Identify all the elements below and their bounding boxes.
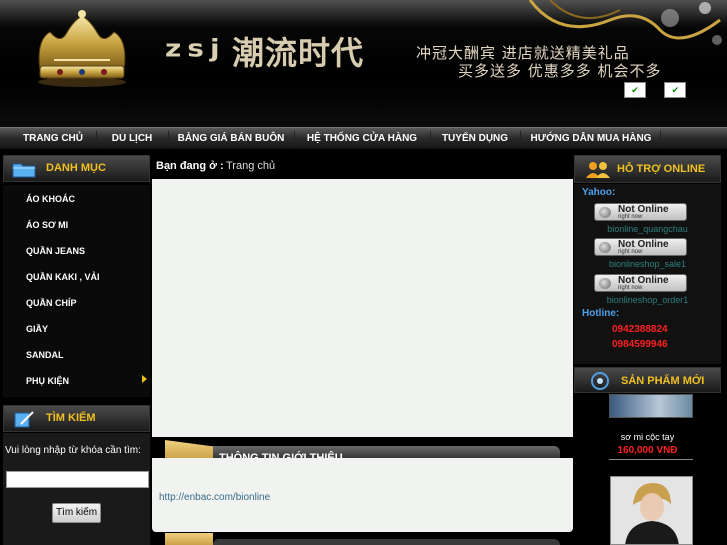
new-products-box: sơ mi cộc tay 160,000 VNĐ bbox=[574, 394, 721, 545]
verified-badge-icon: ✔ bbox=[624, 82, 646, 98]
category-item[interactable]: QUẦN JEANS bbox=[26, 246, 85, 256]
next-section-header bbox=[165, 533, 560, 545]
page: zsj 潮流时代 冲冠大酬宾 进店就送精美礼品 买多送多 优惠多多 机会不多 ✔… bbox=[0, 0, 727, 545]
search-header: TÌM KIẾM bbox=[3, 405, 150, 432]
breadcrumb: Bạn đang ở : Trang chủ bbox=[152, 158, 572, 176]
payment-badge-icon: ✔ bbox=[664, 82, 687, 98]
submenu-arrow-icon[interactable] bbox=[142, 375, 147, 383]
intro-link[interactable]: http://enbac.com/bionline bbox=[159, 492, 270, 503]
folder-icon bbox=[12, 163, 36, 178]
nav-item-shopping-guide[interactable]: HƯỚNG DẪN MUA HÀNG bbox=[524, 128, 658, 149]
support-header: HỖ TRỢ ONLINE bbox=[574, 155, 721, 183]
badges: ✔ ✔ bbox=[624, 80, 700, 98]
category-item[interactable]: GIẦY bbox=[26, 324, 48, 334]
yahoo-id[interactable]: bionlineshop_sale1 bbox=[574, 259, 721, 269]
nav-item-travel[interactable]: DU LỊCH bbox=[100, 128, 164, 149]
right-sidebar: HỖ TRỢ ONLINE Yahoo: Not Online right no… bbox=[574, 155, 721, 545]
offline-smiley-icon bbox=[599, 207, 611, 218]
main-nav: TRANG CHỦ DU LỊCH BẢNG GIÁ BÁN BUÔN HỆ T… bbox=[0, 127, 727, 149]
main-content-panel bbox=[152, 179, 573, 437]
category-title: DANH MỤC bbox=[46, 162, 106, 174]
yahoo-status-button[interactable]: Not Online right now bbox=[594, 203, 687, 221]
category-item[interactable]: ÁO KHOÁC bbox=[26, 194, 75, 204]
yahoo-id[interactable]: bionlineshop_order1 bbox=[574, 295, 721, 305]
yahoo-status-button[interactable]: Not Online right now bbox=[594, 274, 687, 292]
offline-smiley-icon bbox=[599, 278, 611, 289]
hotline-phone: 0984599946 bbox=[612, 339, 668, 350]
search-title: TÌM KIẾM bbox=[46, 412, 96, 424]
person-photo-icon bbox=[611, 477, 692, 544]
nav-item-stores[interactable]: HỆ THỐNG CỬA HÀNG bbox=[298, 128, 426, 149]
yahoo-id[interactable]: bionline_quangchau bbox=[574, 224, 721, 234]
nav-item-wholesale-prices[interactable]: BẢNG GIÁ BÁN BUÔN bbox=[172, 128, 290, 149]
support-title: HỖ TRỢ ONLINE bbox=[617, 163, 706, 175]
hotline-phone: 0942388824 bbox=[612, 324, 668, 335]
globe-icon bbox=[591, 372, 609, 390]
nav-item-home[interactable]: TRANG CHỦ bbox=[14, 128, 92, 149]
left-sidebar: DANH MỤC ÁO KHOÁC ÁO SƠ MI QUẦN JEANS QU… bbox=[3, 155, 150, 545]
category-item[interactable]: PHỤ KIỆN bbox=[26, 376, 69, 386]
search-button[interactable]: Tìm kiếm bbox=[52, 503, 101, 523]
header-banner: zsj 潮流时代 冲冠大酬宾 进店就送精美礼品 买多送多 优惠多多 机会不多 ✔… bbox=[0, 0, 727, 127]
search-pen-icon bbox=[14, 411, 34, 428]
new-products-header: SẢN PHẨM MỚI bbox=[574, 367, 721, 393]
section-tab-icon bbox=[165, 533, 213, 545]
crown-logo-icon bbox=[38, 10, 126, 87]
yahoo-label: Yahoo: bbox=[582, 187, 616, 198]
brand-name-latin: zsj bbox=[165, 34, 226, 63]
product-image[interactable] bbox=[610, 476, 693, 545]
product-price: 160,000 VNĐ bbox=[617, 445, 678, 456]
search-box: Vui lòng nhập từ khóa cần tìm: Tìm kiếm bbox=[3, 433, 150, 545]
hotline-label: Hotline: bbox=[582, 308, 620, 319]
category-item[interactable]: ÁO SƠ MI bbox=[26, 220, 68, 230]
new-products-title: SẢN PHẨM MỚI bbox=[621, 375, 705, 387]
intro-panel: http://enbac.com/bionline bbox=[152, 458, 573, 532]
category-list: ÁO KHOÁC ÁO SƠ MI QUẦN JEANS QUẦN KAKI ,… bbox=[3, 185, 150, 397]
breadcrumb-label: Bạn đang ở : bbox=[156, 160, 224, 172]
category-item[interactable]: QUẦN CHÍP bbox=[26, 298, 77, 308]
category-header: DANH MỤC bbox=[3, 155, 150, 182]
people-icon bbox=[586, 162, 610, 178]
search-label: Vui lòng nhập từ khóa cần tìm: bbox=[5, 445, 141, 456]
brand-name-cjk: 潮流时代 bbox=[232, 34, 365, 72]
divider bbox=[609, 459, 693, 460]
yahoo-status-button[interactable]: Not Online right now bbox=[594, 238, 687, 256]
product-image[interactable] bbox=[609, 394, 693, 418]
category-item[interactable]: SANDAL bbox=[26, 350, 64, 360]
product-name[interactable]: sơ mi cộc tay bbox=[574, 432, 721, 442]
search-input[interactable] bbox=[6, 471, 149, 488]
breadcrumb-current[interactable]: Trang chủ bbox=[226, 160, 275, 172]
offline-smiley-icon bbox=[599, 242, 611, 253]
support-box: Yahoo: Not Online right now bionline_qua… bbox=[574, 184, 721, 364]
slogan-line-2: 买多送多 优惠多多 机会不多 bbox=[458, 62, 662, 80]
category-item[interactable]: QUẦN KAKI , VẢI bbox=[26, 272, 100, 282]
nav-item-careers[interactable]: TUYỂN DỤNG bbox=[434, 128, 516, 149]
